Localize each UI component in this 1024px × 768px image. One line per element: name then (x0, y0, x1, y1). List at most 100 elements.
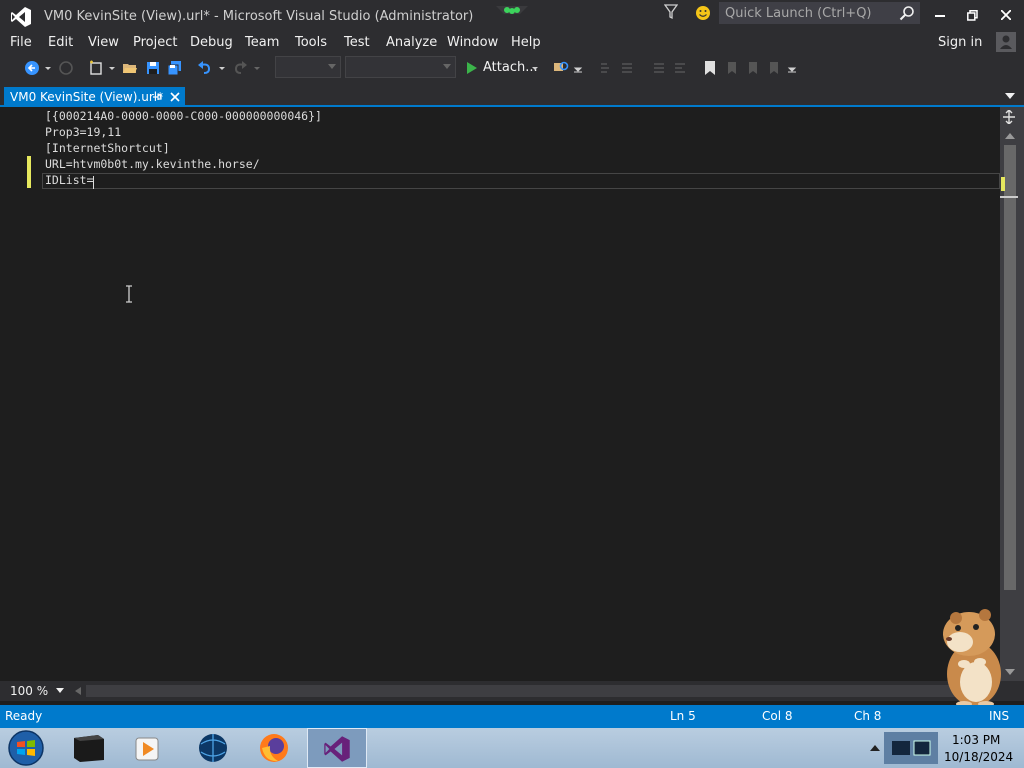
tab-label: VM0 KevinSite (View).url* (10, 90, 164, 104)
navigate-back-icon[interactable] (24, 60, 40, 76)
step-over-icon[interactable] (620, 60, 636, 76)
menu-edit[interactable]: Edit (48, 35, 73, 50)
hamster-mascot-icon (943, 609, 1001, 707)
solution-platform-dropdown[interactable] (345, 56, 456, 78)
menu-window[interactable]: Window (447, 35, 498, 50)
code-line-5[interactable]: IDList= (45, 172, 93, 188)
toolbar-options-icon[interactable] (573, 60, 583, 76)
back-dropdown-icon[interactable] (44, 60, 52, 76)
quick-launch-input[interactable]: Quick Launch (Ctrl+Q) (719, 2, 920, 24)
ibeam-cursor-icon (126, 285, 132, 303)
change-marker (27, 156, 31, 172)
code-line-3[interactable]: [InternetShortcut] (45, 140, 170, 156)
editor-gutter (0, 107, 42, 681)
previous-bookmark-icon[interactable] (724, 60, 740, 76)
save-all-icon[interactable] (167, 60, 183, 76)
change-marker (27, 172, 31, 188)
menu-tools[interactable]: Tools (295, 35, 327, 50)
clear-bookmarks-icon[interactable] (766, 60, 782, 76)
feedback-smile-icon[interactable] (695, 5, 711, 21)
undo-dropdown-icon[interactable] (218, 60, 226, 76)
comment-lines-icon[interactable] (651, 60, 667, 76)
status-char[interactable]: Ch 8 (854, 709, 881, 723)
visual-studio-logo-icon[interactable] (10, 6, 32, 28)
notification-icon[interactable] (496, 6, 528, 18)
pin-tab-icon[interactable] (152, 92, 162, 102)
navigate-forward-icon[interactable] (58, 60, 74, 76)
split-window-icon[interactable] (1002, 110, 1016, 124)
windows-start-icon[interactable] (6, 729, 46, 767)
menu-file[interactable]: File (10, 35, 32, 50)
menu-team[interactable]: Team (245, 35, 279, 50)
menu-help[interactable]: Help (511, 35, 541, 50)
menu-debug[interactable]: Debug (190, 35, 233, 50)
code-line-2[interactable]: Prop3=19,11 (45, 124, 121, 140)
next-bookmark-icon[interactable] (745, 60, 761, 76)
code-line-1[interactable]: [{000214A0-0000-0000-C000-000000000046}] (45, 108, 322, 124)
search-icon[interactable] (899, 5, 915, 21)
bookmark-icon[interactable] (702, 60, 718, 76)
clock-date[interactable]: 10/18/2024 (944, 750, 1013, 764)
status-bar: Ready Ln 5 Col 8 Ch 8 INS (0, 705, 1024, 728)
uncomment-lines-icon[interactable] (672, 60, 688, 76)
open-folder-icon[interactable] (122, 60, 138, 76)
chevron-down-icon[interactable] (56, 688, 64, 694)
document-tab-strip: VM0 KevinSite (View).url* (0, 82, 1024, 107)
scroll-down-icon[interactable] (1005, 668, 1015, 676)
close-icon (1001, 10, 1011, 20)
tray-remote-session-icon[interactable] (884, 732, 938, 764)
minimize-button[interactable] (925, 3, 955, 27)
status-line[interactable]: Ln 5 (670, 709, 696, 723)
save-icon[interactable] (145, 60, 161, 76)
redo-icon[interactable] (232, 60, 248, 76)
restore-button[interactable] (957, 3, 987, 27)
taskbar-visual-studio-button[interactable] (307, 728, 367, 768)
close-window-button[interactable] (991, 3, 1021, 27)
taskbar-firefox-icon[interactable] (245, 730, 303, 766)
menu-project[interactable]: Project (133, 35, 177, 50)
attach-button[interactable]: Attach... (483, 60, 538, 75)
new-dropdown-icon[interactable] (108, 60, 116, 76)
solution-configuration-dropdown[interactable] (275, 56, 341, 78)
taskbar-media-player-icon[interactable] (120, 730, 178, 766)
window-title: VM0 KevinSite (View).url* - Microsoft Vi… (44, 9, 474, 24)
undo-icon[interactable] (197, 60, 213, 76)
code-editor[interactable]: [{000214A0-0000-0000-C000-000000000046}]… (0, 107, 1000, 681)
restore-icon (966, 9, 978, 21)
status-ready: Ready (5, 709, 43, 723)
horizontal-scrollbar[interactable] (86, 685, 966, 697)
show-hidden-icons-icon[interactable] (870, 744, 880, 752)
scroll-left-icon[interactable] (75, 687, 81, 695)
tab-overflow-dropdown-icon[interactable] (1005, 92, 1015, 100)
tab-vm0-kevinsite-url[interactable]: VM0 KevinSite (View).url* (4, 87, 185, 107)
menu-analyze[interactable]: Analyze (386, 35, 437, 50)
redo-dropdown-icon[interactable] (253, 60, 261, 76)
zoom-level-dropdown[interactable]: 100 % (10, 684, 48, 698)
find-in-files-icon[interactable] (553, 60, 569, 76)
title-bar: VM0 KevinSite (View).url* - Microsoft Vi… (0, 0, 1024, 32)
standard-toolbar: Attach... (0, 54, 1024, 82)
menu-test[interactable]: Test (344, 35, 370, 50)
clock-time[interactable]: 1:03 PM (952, 733, 1000, 747)
status-insert-mode[interactable]: INS (989, 709, 1009, 723)
account-icon[interactable] (996, 32, 1016, 52)
attach-dropdown-icon[interactable] (531, 60, 539, 76)
step-into-icon[interactable] (599, 60, 615, 76)
code-line-4[interactable]: URL=htvm0b0t.my.kevinthe.horse/ (45, 156, 260, 172)
taskbar-cmd-icon[interactable] (60, 730, 118, 766)
vertical-scroll-thumb[interactable] (1004, 145, 1016, 590)
close-tab-icon[interactable] (170, 92, 180, 102)
chevron-down-icon (328, 64, 336, 69)
start-debug-icon[interactable] (464, 60, 480, 76)
status-column[interactable]: Col 8 (762, 709, 793, 723)
menu-view[interactable]: View (88, 35, 119, 50)
scroll-up-icon[interactable] (1005, 132, 1015, 140)
feedback-filter-icon[interactable] (664, 4, 678, 20)
person-icon (1000, 35, 1012, 49)
toolbar-overflow-icon[interactable] (787, 60, 797, 76)
new-project-icon[interactable] (88, 60, 104, 76)
sign-in-link[interactable]: Sign in (938, 35, 982, 50)
taskbar-browser-globe-icon[interactable] (184, 730, 242, 766)
editor-bottom-bar: 100 % (0, 681, 1024, 701)
menu-bar: File Edit View Project Debug Team Tools … (0, 32, 1024, 54)
